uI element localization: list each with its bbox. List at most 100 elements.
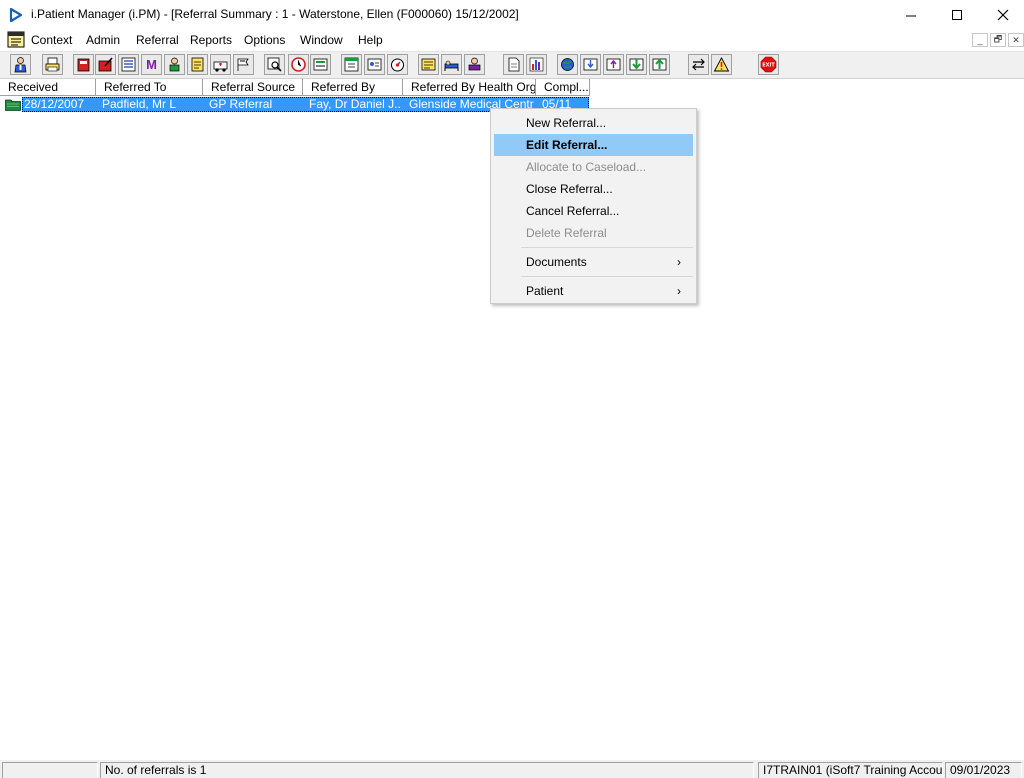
menu-help[interactable]: Help [358, 33, 383, 47]
statistics-button[interactable] [526, 54, 547, 75]
document-button[interactable] [503, 54, 524, 75]
tray-down-icon [583, 58, 598, 71]
diary-button[interactable] [310, 54, 331, 75]
menu-item-new-referral[interactable]: New Referral... [494, 112, 693, 134]
menu-item-patient[interactable]: Patient › [494, 280, 693, 302]
close-button[interactable] [980, 0, 1024, 30]
menu-separator [521, 276, 693, 277]
print-button[interactable] [42, 54, 63, 75]
mail-m-icon: M [146, 57, 157, 72]
tray-up-icon [606, 58, 621, 71]
column-referred-to[interactable]: Referred To [96, 79, 203, 96]
column-health-org[interactable]: Referred By Health Org. [403, 79, 536, 96]
notes-button[interactable] [187, 54, 208, 75]
notepad-icon [191, 57, 204, 72]
note-icon [421, 58, 436, 71]
chevron-right-icon: › [677, 255, 681, 269]
cell-referral-source: GP Referral [209, 97, 273, 111]
theatre-button[interactable] [418, 54, 439, 75]
globe-button[interactable] [557, 54, 578, 75]
outbox-button[interactable] [603, 54, 624, 75]
minimize-button[interactable] [888, 0, 934, 30]
status-bar: No. of referrals is 1 I7TRAIN01 (iSoft7 … [0, 760, 1024, 778]
bed-button[interactable] [441, 54, 462, 75]
menu-separator [521, 247, 693, 248]
case-notes-button[interactable] [73, 54, 94, 75]
admission-button[interactable] [464, 54, 485, 75]
chevron-right-icon: › [677, 284, 681, 298]
waiting-list-button[interactable] [118, 54, 139, 75]
menu-item-edit-referral[interactable]: Edit Referral... [494, 134, 693, 156]
toolbar: M EXIT [0, 51, 1024, 79]
calendar-icon [344, 57, 359, 72]
menu-options[interactable]: Options [244, 33, 285, 47]
menu-bar: Context Admin Referral Reports Options W… [0, 30, 1024, 50]
timer-button[interactable] [387, 54, 408, 75]
warning-icon [713, 57, 730, 72]
menu-admin[interactable]: Admin [86, 33, 120, 47]
bar-chart-icon [529, 57, 544, 72]
card-icon [367, 58, 382, 71]
patient-label: Patient [526, 284, 564, 298]
stopwatch-icon [391, 58, 404, 72]
menu-item-delete-referral: Delete Referral [526, 226, 607, 240]
referral-button[interactable] [95, 54, 116, 75]
bed-icon [444, 60, 459, 71]
clinician-button[interactable] [164, 54, 185, 75]
person-icon [14, 57, 27, 73]
menu-item-allocate-caseload: Allocate to Caseload... [526, 160, 647, 174]
column-received[interactable]: Received [0, 79, 96, 96]
status-pane-empty [2, 762, 98, 778]
folder-icon [5, 99, 21, 111]
page-icon [508, 57, 520, 72]
cell-referred-by: Fay, Dr Daniel J... [309, 97, 401, 111]
menu-item-close-referral[interactable]: Close Referral... [494, 178, 693, 200]
ward-button[interactable] [233, 54, 254, 75]
transport-button[interactable] [210, 54, 231, 75]
menu-item-documents[interactable]: Documents › [494, 251, 693, 273]
book-icon [77, 58, 90, 72]
menu-referral[interactable]: Referral [136, 33, 179, 47]
green-arrow-up-icon [652, 58, 667, 71]
menu-item-cancel-referral[interactable]: Cancel Referral... [494, 200, 693, 222]
exit-button[interactable]: EXIT [758, 54, 779, 75]
clock-icon [291, 57, 306, 72]
mdi-minimize-button[interactable]: _ [972, 33, 988, 47]
column-compl[interactable]: Compl... [536, 79, 590, 96]
exit-stop-icon: EXIT [760, 56, 777, 73]
green-arrow-down-icon [629, 58, 644, 71]
mdi-close-button[interactable]: ✕ [1008, 33, 1024, 47]
minimize-icon [906, 15, 916, 17]
alert-button[interactable] [711, 54, 732, 75]
search-records-button[interactable] [264, 54, 285, 75]
mdi-restore-button[interactable]: 🗗 [990, 33, 1006, 47]
menu-reports[interactable]: Reports [190, 33, 232, 47]
clock-button[interactable] [288, 54, 309, 75]
context-menu: New Referral... Edit Referral... Allocat… [490, 108, 697, 304]
window-title: i.Patient Manager (i.PM) - [Referral Sum… [31, 7, 519, 21]
close-icon [997, 9, 1009, 21]
column-referred-by[interactable]: Referred By [303, 79, 403, 96]
cell-referred-to: Padfield, Mr L [102, 97, 177, 111]
cell-received: 28/12/2007 [24, 97, 85, 111]
download-button[interactable] [626, 54, 647, 75]
title-bar: i.Patient Manager (i.PM) - [Referral Sum… [0, 0, 1024, 30]
swap-button[interactable] [688, 54, 709, 75]
maximize-button[interactable] [934, 0, 980, 30]
document-window-icon[interactable] [7, 31, 25, 48]
outpatient-button[interactable] [364, 54, 385, 75]
menu-window[interactable]: Window [300, 33, 343, 47]
ambulance-icon [213, 61, 228, 72]
menu-context[interactable]: Context [31, 33, 72, 47]
inbox-button[interactable] [580, 54, 601, 75]
upload-button[interactable] [649, 54, 670, 75]
swap-arrows-icon [692, 58, 705, 71]
patient-search-button[interactable] [10, 54, 31, 75]
printer-icon [45, 57, 60, 72]
form-icon [313, 58, 328, 71]
globe-icon [561, 58, 574, 71]
exit-label: EXIT [762, 63, 775, 69]
schedule-button[interactable] [341, 54, 362, 75]
mail-button[interactable]: M [141, 54, 162, 75]
column-referral-source[interactable]: Referral Source [203, 79, 303, 96]
